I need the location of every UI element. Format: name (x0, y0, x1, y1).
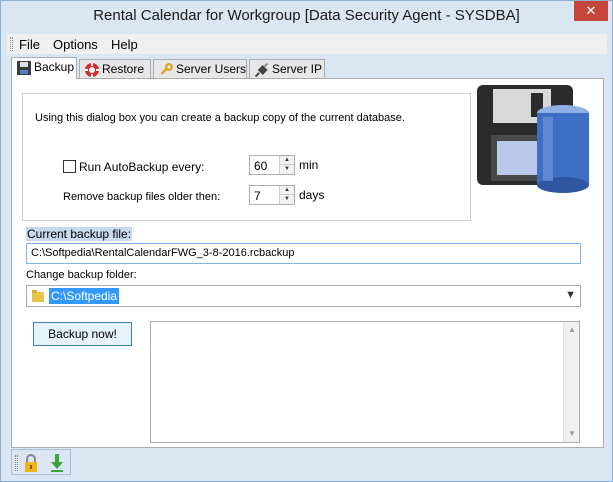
database-backup-icon (477, 85, 589, 193)
key-icon (160, 63, 173, 75)
backup-now-button[interactable]: Backup now! (33, 322, 132, 346)
close-button[interactable]: ✕ (574, 1, 608, 21)
scroll-up-icon[interactable]: ▲ (564, 322, 580, 338)
tab-server-ip[interactable]: Server IP (249, 59, 325, 79)
backup-folder-value: C:\Softpedia (49, 288, 120, 304)
autobackup-checkbox[interactable] (63, 160, 76, 173)
tab-restore[interactable]: Restore (79, 59, 151, 79)
menu-options[interactable]: Options (53, 37, 98, 52)
backup-panel: Using this dialog box you can create a b… (11, 78, 604, 448)
remove-days-stepper[interactable]: 7 ▲ ▼ (249, 185, 295, 205)
download-icon[interactable] (48, 453, 66, 473)
chevron-down-icon[interactable]: ▼ (565, 289, 576, 301)
spin-down-icon[interactable]: ▼ (280, 195, 294, 204)
scroll-down-icon[interactable]: ▼ (564, 426, 580, 442)
spin-down-icon[interactable]: ▼ (280, 165, 294, 174)
status-grip (15, 455, 18, 471)
backup-log-area[interactable]: ▲ ▼ (150, 321, 580, 443)
autobackup-label: Run AutoBackup every: (79, 160, 205, 174)
folder-icon (32, 290, 44, 302)
tab-server-ip-label: Server IP (272, 62, 323, 76)
app-window: Rental Calendar for Workgroup [Data Secu… (0, 0, 613, 482)
autobackup-group: Using this dialog box you can create a b… (22, 93, 471, 221)
spin-up-icon[interactable]: ▲ (280, 186, 294, 195)
remove-old-label: Remove backup files older then: (63, 191, 221, 203)
tab-backup[interactable]: Backup (11, 57, 77, 79)
menu-file[interactable]: File (19, 37, 40, 52)
autobackup-interval-value: 60 (254, 159, 268, 173)
remove-days-unit: days (299, 188, 325, 202)
current-file-label: Current backup file: (26, 227, 133, 241)
backup-folder-select[interactable]: C:\Softpedia ▼ (26, 285, 581, 307)
title-bar: Rental Calendar for Workgroup [Data Secu… (1, 1, 612, 32)
window-title: Rental Calendar for Workgroup [Data Secu… (93, 7, 520, 24)
remove-days-value: 7 (254, 189, 261, 203)
plug-icon (254, 62, 269, 78)
current-file-field[interactable]: C:\Softpedia\RentalCalendarFWG_3-8-2016.… (26, 243, 581, 264)
tab-backup-label: Backup (34, 60, 75, 74)
log-scrollbar[interactable]: ▲ ▼ (563, 322, 579, 442)
tab-restore-label: Restore (102, 62, 145, 76)
menu-help[interactable]: Help (111, 37, 138, 52)
menu-grip (10, 37, 13, 51)
lock-icon[interactable] (22, 453, 40, 473)
lifebuoy-icon (85, 63, 99, 77)
autobackup-unit: min (299, 158, 319, 172)
tab-server-users-label: Server Users (176, 62, 247, 76)
backup-description: Using this dialog box you can create a b… (35, 112, 405, 124)
spin-up-icon[interactable]: ▲ (280, 156, 294, 165)
floppy-icon (17, 61, 31, 75)
menu-bar: File Options Help (7, 34, 607, 54)
change-folder-label: Change backup folder: (26, 269, 137, 281)
autobackup-interval-stepper[interactable]: 60 ▲ ▼ (249, 155, 295, 175)
status-bar (11, 449, 71, 475)
tab-server-users[interactable]: Server Users (153, 59, 247, 79)
